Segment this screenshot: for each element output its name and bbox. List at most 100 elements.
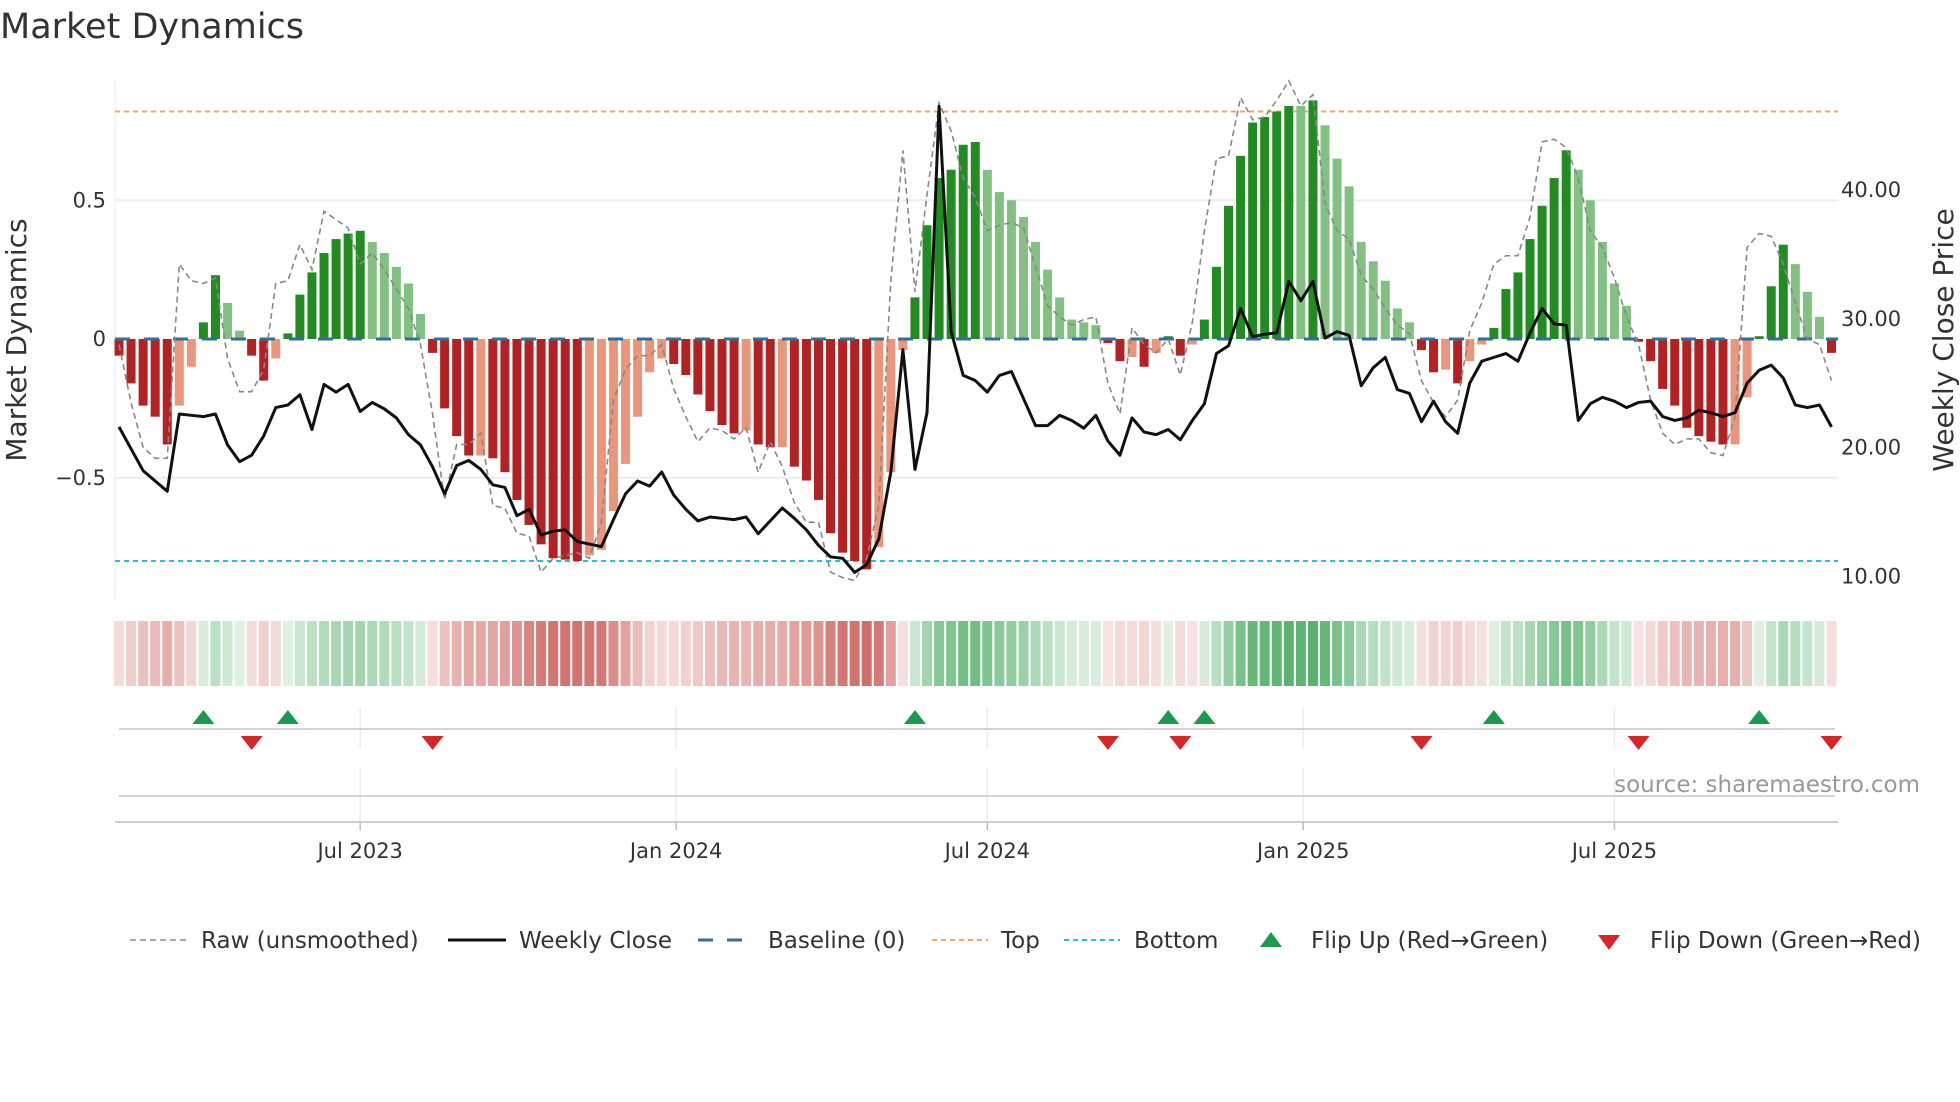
chart-title: Market Dynamics [0,7,304,47]
bars [114,100,1838,570]
strip-cell [162,621,173,686]
strip-cell [1609,621,1620,686]
x-tick-label: Jan 2025 [1255,839,1350,863]
dynamics-bar [355,230,365,339]
strip-cell [343,621,354,686]
dynamics-bar [862,339,872,570]
strip-cell [680,621,691,686]
dynamics-bar [1429,339,1439,373]
dynamics-bar [138,339,148,406]
dynamics-bar [476,339,486,456]
strip-cell [1175,621,1186,686]
strip-cell [813,621,824,686]
strip-cell [753,621,764,686]
dynamics-bar [331,239,341,339]
legend-bottom-label: Bottom [1134,928,1218,954]
dynamics-bar [1489,327,1499,339]
dynamics-bar [126,339,136,384]
left-y-tick-label: 0 [93,327,106,351]
strip-cell [970,621,981,686]
strip-cell [994,621,1005,686]
dynamics-bar [1332,158,1342,339]
strip-cell [1440,621,1451,686]
dynamics-bar [705,339,715,412]
strip-cell [861,621,872,686]
dynamics-bar [1766,286,1776,339]
right-y-tick-label: 30.00 [1841,307,1901,331]
strip-cell [403,621,414,686]
strip-cell [1127,621,1138,686]
dynamics-bar [1778,244,1788,339]
strip-cell [717,621,727,686]
strip-cell [873,621,884,686]
strip-cell [234,621,245,686]
strip-cell [1042,621,1053,686]
right-y-ticks: 40.00 30.00 20.00 10.00 [1841,178,1901,588]
strip-cell [1537,621,1548,686]
flip-down-marker [1820,736,1843,750]
flip-down-marker [1169,736,1192,750]
left-y-tick-label: −0.5 [55,466,106,490]
flip-up-marker [276,710,299,724]
dynamics-bar [440,339,450,409]
flip-down-marker [1627,736,1650,750]
strip-cell [1826,621,1837,686]
strip-cell [222,621,233,686]
strip-cell [885,621,896,686]
flip-up-marker [1748,710,1771,724]
strip-cell [1730,621,1741,686]
dynamics-bar [1694,339,1704,437]
flip-up-marker [1193,710,1216,724]
strip-cell [1223,621,1234,686]
strip-cell [1657,621,1668,686]
strip-cell [475,621,486,686]
dynamics-bar [621,339,631,464]
x-tick-label: Jul 2025 [1570,839,1657,863]
strip-cell [415,621,426,686]
strip-cell [729,621,740,686]
strip-cell [825,621,836,686]
market-dynamics-chart: Market Dynamics 0.5 0 −0.5 40.00 30.00 20.00… [0,7,1960,954]
strip-cell [644,621,655,686]
dynamics-bar [1380,280,1390,339]
strip-cell [656,621,667,686]
strip-cell [1356,621,1367,686]
dynamics-bar [693,339,703,395]
strip-cell [270,621,281,686]
strip-cell [1512,621,1523,686]
strip-cell [548,621,559,686]
strip-cell [1404,621,1415,686]
left-y-axis-label: Market Dynamics [0,218,33,461]
strip-cell [186,621,197,686]
flip-down-marker [421,736,444,750]
strip-cell [1066,621,1077,686]
dynamics-bar [596,339,606,550]
strip-cell [1476,621,1487,686]
dynamics-bar [1139,339,1149,367]
dynamics-bar [307,272,317,339]
strip-cell [1187,621,1198,686]
right-y-tick-label: 10.00 [1841,564,1901,588]
strip-cell [536,621,547,686]
dynamics-bar [717,339,727,426]
dynamics-bar [1827,339,1837,353]
strip-cell [355,621,366,686]
dynamics-bar [1248,122,1258,339]
strip-cell [620,621,631,686]
strip-cell [777,621,788,686]
legend-close-label: Weekly Close [519,928,672,954]
strip-cell [487,621,498,686]
dynamics-bar [1706,339,1716,442]
dynamics-bar [150,339,160,417]
strip-cell [1078,621,1089,686]
dynamics-bar [162,339,172,445]
dynamics-bar [1513,272,1523,339]
strip-cell [1573,621,1584,686]
dynamics-bar [633,339,643,417]
x-axis: Jul 2023 Jan 2024 Jul 2024 Jan 2025 Jul 2025 [115,821,1838,863]
strip-cell [306,621,317,686]
strip-cell [1621,621,1632,686]
strip-cell [1199,621,1210,686]
dynamics-bar [1441,339,1451,370]
strip-cell [741,621,752,686]
